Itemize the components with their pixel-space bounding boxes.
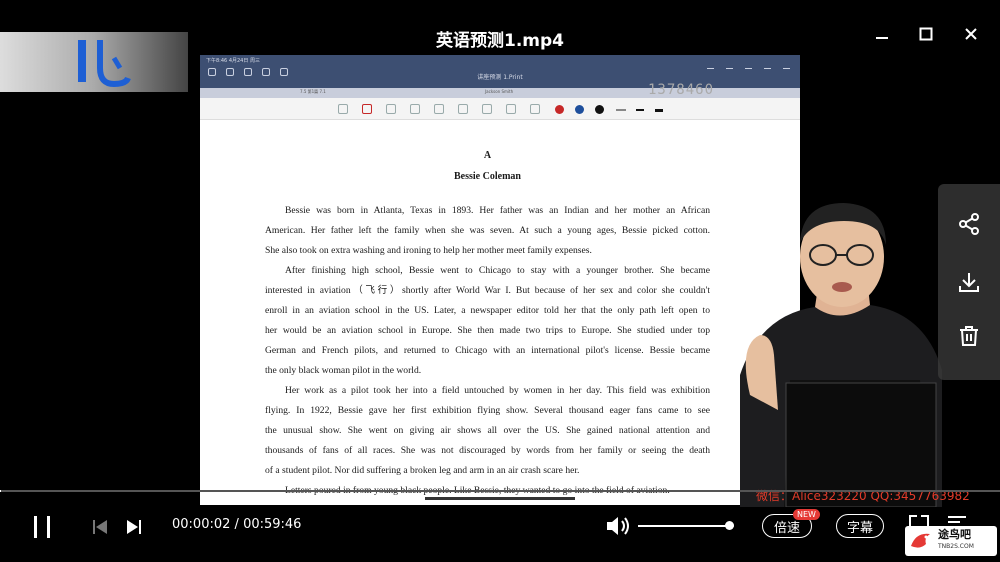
document-line: After finishing high school, Bessie went… [285, 265, 710, 276]
stroke-medium-icon [636, 109, 644, 111]
document-line: her would be an aviation school in Europ… [265, 325, 710, 336]
side-action-panel [938, 184, 1000, 380]
site-logo: 途鸟吧 TNB2S.COM [905, 526, 997, 556]
trash-icon [960, 326, 978, 346]
document-line: the unusual show. She went on giving air… [265, 425, 710, 436]
document-page: A Bessie Coleman Bessie was born in Atla… [265, 150, 710, 501]
pen-color-black [595, 105, 604, 114]
skip-previous-icon [93, 520, 107, 534]
share-button[interactable] [955, 210, 983, 238]
site-logo-subtext: TNB2S.COM [938, 543, 974, 550]
reader-icon [338, 104, 348, 114]
document-line: enroll in an aviation school in the US. … [265, 305, 710, 316]
document-line: flying. In 1922, Bessie gave her first e… [265, 405, 710, 416]
volume-slider[interactable] [638, 521, 735, 530]
channel-logo-icon [78, 40, 131, 88]
ipad-status-bar: 下午8:46 4月24日 周三 [206, 58, 260, 64]
pause-icon [34, 516, 50, 538]
site-logo-text: 途鸟吧 [938, 528, 971, 541]
document-line: German and French pilots, and returned t… [265, 345, 710, 356]
volume-button[interactable] [604, 514, 632, 538]
more-icon [783, 68, 790, 75]
channel-logo [0, 32, 188, 92]
skip-next-icon [127, 520, 141, 534]
download-icon [959, 273, 979, 292]
pen-color-blue [575, 105, 584, 114]
pen-underline-mark [425, 497, 575, 500]
time-separator: / [234, 517, 239, 532]
new-badge: NEW [793, 509, 820, 520]
share-icon [959, 213, 979, 235]
current-time: 00:00:02 [172, 517, 231, 532]
volume-knob[interactable] [725, 521, 735, 530]
section-letter: A [483, 150, 492, 161]
highlighter-icon [410, 104, 420, 114]
ipad-tab: 7.5 第1篇 7.1 [300, 89, 326, 94]
video-frame[interactable]: 下午8:46 4月24日 周三 讲座预测 1.Print 7.5 第1篇 7.1… [200, 55, 800, 505]
redo-icon [726, 68, 733, 75]
add-icon [745, 68, 752, 75]
eraser-icon [386, 104, 396, 114]
document-line: the only black woman pilot in the world. [265, 365, 422, 376]
document-title: Bessie Coleman [454, 171, 521, 182]
stroke-thick-icon [655, 109, 663, 112]
subtitle-button[interactable]: 字幕 [836, 514, 884, 538]
pen-color-red [555, 105, 564, 114]
text-icon [530, 104, 540, 114]
pen-icon [362, 104, 372, 114]
maximize-icon [919, 27, 933, 41]
time-display: 00:00:02 / 00:59:46 [172, 517, 301, 532]
ipad-right-tools [707, 68, 790, 75]
pause-button[interactable] [30, 514, 54, 540]
document-line: of a student pilot. Nor did suffering a … [265, 465, 580, 476]
minimize-icon [876, 37, 888, 39]
bird-logo-icon [911, 533, 930, 548]
document-line: interested in aviation（飞行）shortly after … [265, 285, 710, 296]
previous-button[interactable] [90, 517, 110, 537]
next-button[interactable] [124, 517, 144, 537]
document-line: American. Her father left the family whe… [265, 225, 710, 236]
progress-bar[interactable] [0, 490, 1000, 492]
maximize-button[interactable] [914, 22, 938, 46]
volume-icon [607, 517, 629, 535]
close-button[interactable] [959, 22, 983, 46]
total-time: 00:59:46 [243, 517, 302, 532]
undo-icon [707, 68, 714, 75]
camera-icon [506, 104, 516, 114]
progress-fill [0, 490, 1, 492]
minimize-button[interactable] [870, 22, 894, 46]
comment-icon [458, 104, 468, 114]
delete-button[interactable] [955, 322, 983, 350]
document-line: thousands of fans of all races. She was … [265, 445, 710, 456]
document-line: Bessie was born in Atlanta, Texas in 189… [285, 205, 710, 216]
stroke-thin-icon [616, 109, 626, 111]
annotation-toolbar [200, 98, 800, 120]
image-icon [482, 104, 492, 114]
teacher-video-overlay [740, 203, 942, 507]
document-line: She also took on extra washing and ironi… [265, 245, 592, 256]
ipad-tab: Jackson Smith [485, 89, 514, 94]
close-icon [764, 68, 771, 75]
download-button[interactable] [955, 268, 983, 296]
document-line: Her work as a pilot took her into a fiel… [285, 385, 710, 396]
lasso-icon [434, 104, 444, 114]
close-icon [965, 28, 977, 40]
watermark-number: 1378460 [648, 82, 715, 98]
volume-fill [638, 525, 730, 527]
document-body: Bessie was born in Atlanta, Texas in 189… [265, 201, 710, 501]
